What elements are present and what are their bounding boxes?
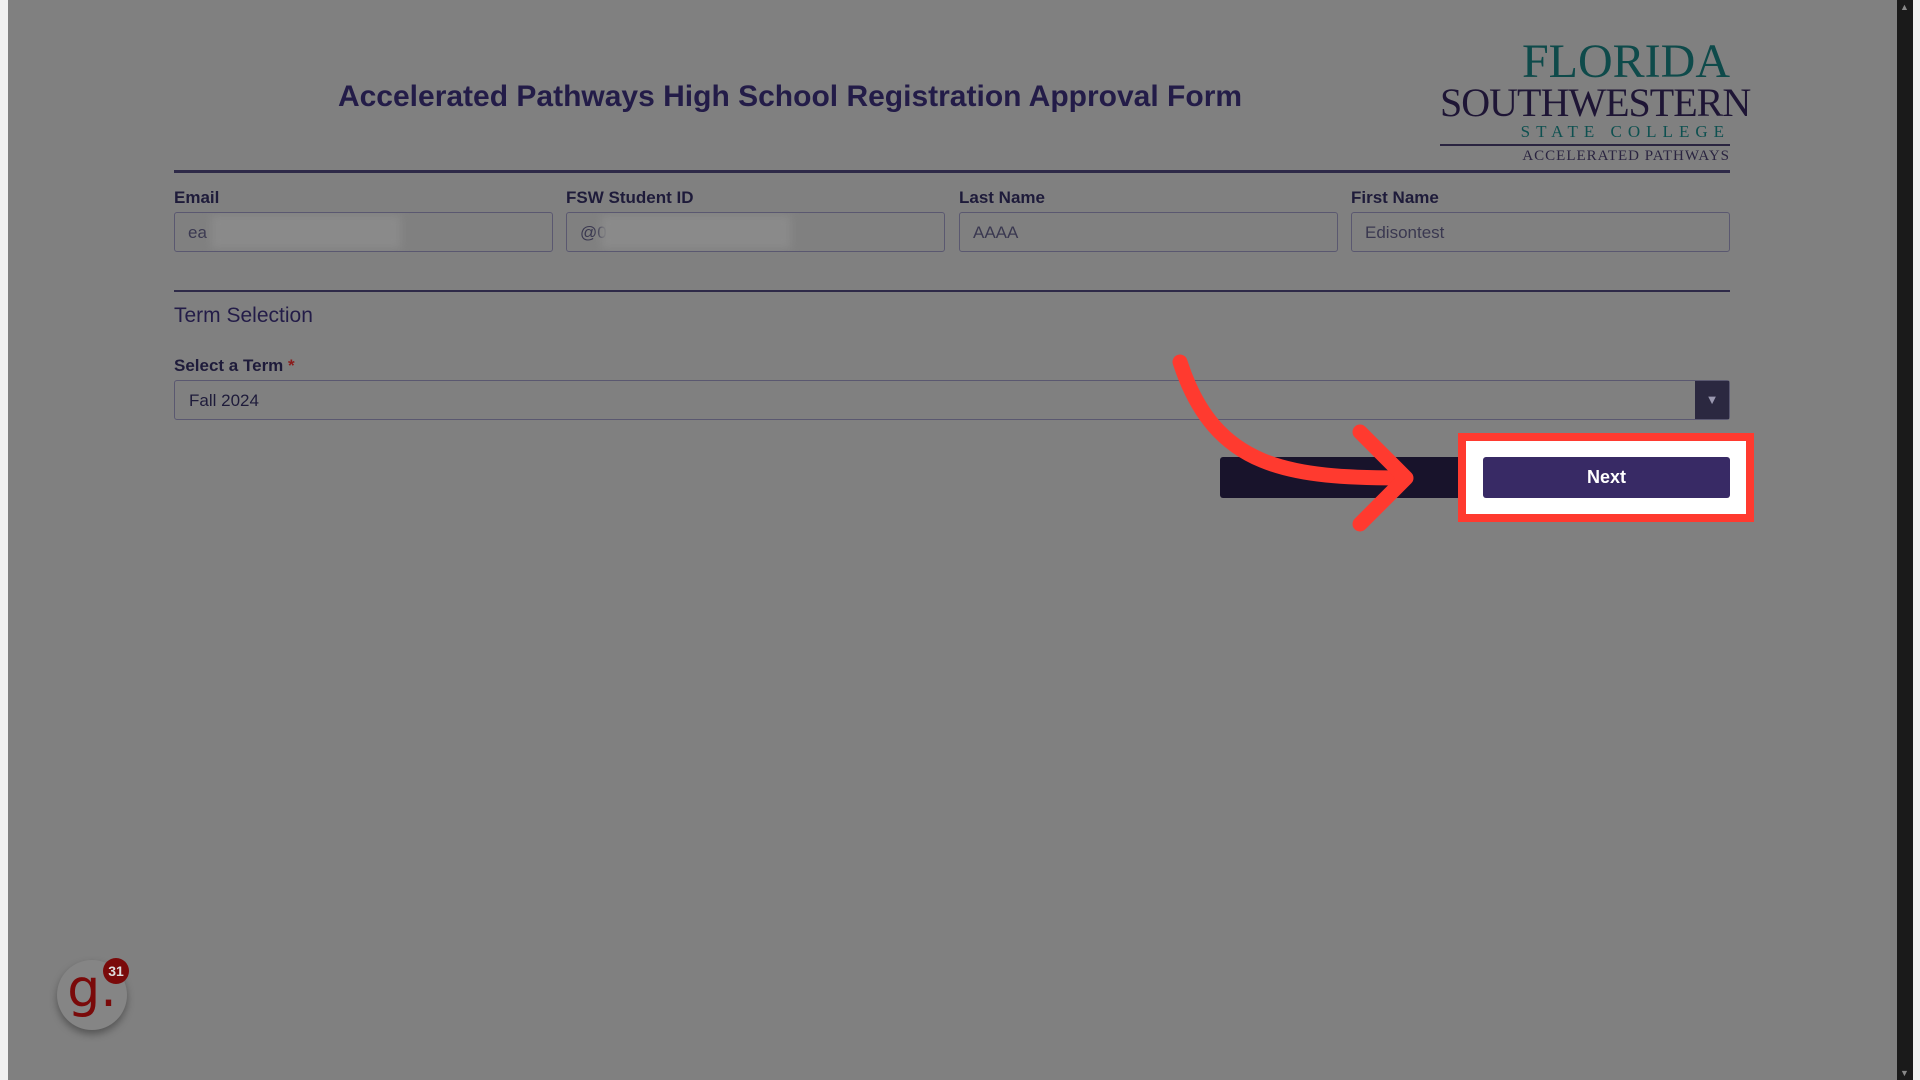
arrow-annotation-icon bbox=[1172, 354, 1414, 532]
arrow-shaft bbox=[1172, 354, 1413, 486]
notification-count: 31 bbox=[103, 958, 129, 984]
